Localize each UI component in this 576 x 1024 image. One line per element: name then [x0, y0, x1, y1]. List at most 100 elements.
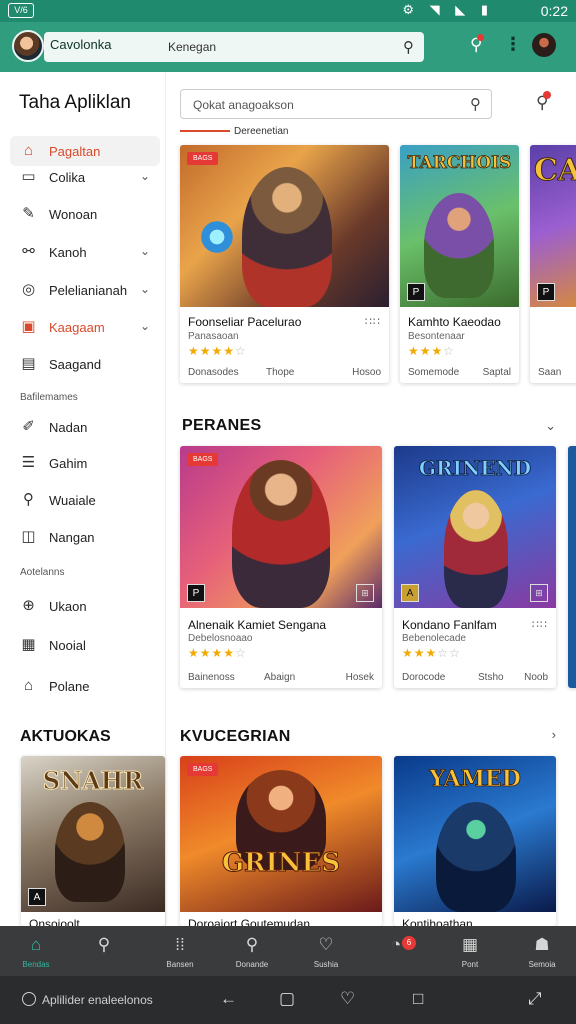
game-card[interactable]: YAMED Kontihoathan [394, 756, 556, 926]
target-icon: ◎ [21, 281, 36, 298]
home-icon: ⌂ [23, 677, 34, 694]
sidebar-item-gahim[interactable]: ☰ Gahim [10, 448, 160, 478]
meta-item: Hosoo [352, 367, 381, 378]
game-logo: TARCHOIS [407, 153, 512, 174]
game-subtitle: Besontenaar [408, 331, 465, 342]
bottom-nav-item-notifications[interactable]: ◔ 6 [360, 926, 432, 976]
frame-icon: ◫ [21, 528, 36, 545]
search-icon[interactable]: ⚲ [403, 38, 414, 56]
sidebar-item-nadan[interactable]: ✐ Nadan [10, 412, 160, 442]
bell-icon[interactable]: ⚲ [470, 34, 485, 55]
sidebar-item-colika[interactable]: ▭ Colika ⌄ [10, 162, 160, 192]
heart-icon: ♡ [318, 935, 334, 954]
game-card[interactable]: BAGS Foonseliar Pacelurao ∷∷ Panasaoan ★… [180, 145, 389, 383]
notification-icon: ◔ [390, 935, 402, 954]
search-icon[interactable]: ⚲ [470, 95, 481, 113]
sidebar-section-label: Bafilemames [20, 392, 78, 403]
bottom-nav-item-donande[interactable]: ⚲ Donande [216, 926, 288, 976]
age-rating-badge: A [28, 888, 46, 906]
sidebar-item-label: Gahim [49, 456, 88, 471]
more-dots-icon[interactable]: ∷∷ [365, 315, 381, 328]
chevron-down-icon: ⌄ [139, 169, 150, 183]
status-time: 0:22 [540, 3, 568, 19]
row1-subtitle-text: Dereenetian [234, 126, 289, 137]
game-title: Kamhto Kaeodao [408, 315, 501, 329]
sidebar: Taha Apliklan ⌂ Pagaltan ▭ Colika ⌄ ✎ Wo… [0, 72, 166, 926]
notification-dot [477, 34, 485, 41]
main-search-input[interactable]: Qokat anagoakson ⚲ [180, 89, 492, 119]
sidebar-bottom-heading: AKTUOKAS [20, 728, 111, 745]
rating-stars: ★★★★☆ [188, 344, 247, 358]
recents-icon[interactable]: □ [413, 989, 423, 1009]
sidebar-item-kaagaam[interactable]: ▣ Kaagaam ⌄ [10, 312, 160, 342]
row1-subtitle: Dereenetian [180, 126, 288, 137]
sidebar-item-wonoan[interactable]: ✎ Wonoan [10, 199, 160, 229]
game-logo: CA [533, 153, 576, 189]
main-search-placeholder: Qokat anagoakson [193, 98, 294, 112]
game-card[interactable]: CA P Saan [530, 145, 576, 383]
expand-icon[interactable]: ⤢ [528, 989, 542, 1009]
game-card-partial[interactable] [568, 446, 576, 688]
bottom-nav-label: Sushia [313, 960, 339, 969]
bottom-nav-item-bendas[interactable]: ⌂ Bendas [0, 926, 72, 976]
game-card[interactable]: TARCHOIS P Kamhto Kaeodao Besontenaar ★★… [400, 145, 519, 383]
leaf-icon [22, 992, 36, 1006]
game-card[interactable]: GRINEND A ⊞ Kondano Fanlfam ∷∷ Bebenolec… [394, 446, 556, 688]
app-name: Cavolonka [50, 37, 112, 52]
meta-item: Donasodes [188, 367, 239, 378]
sidebar-item-label: Nangan [49, 530, 95, 545]
sidebar-item-saagand[interactable]: ▤ Saagand [10, 349, 160, 379]
app-avatar[interactable] [12, 30, 44, 62]
game-title: Foonseliar Pacelurao [188, 315, 302, 329]
game-art: YAMED [394, 756, 556, 912]
book-icon: ▣ [21, 318, 36, 335]
bottom-nav-item-semoia[interactable]: ☗ Semoia [506, 926, 576, 976]
notification-dot [543, 91, 552, 99]
sidebar-item-label: Kanoh [49, 245, 87, 260]
age-rating-badge: P [187, 584, 205, 602]
heart-icon[interactable]: ♡ [340, 989, 355, 1009]
game-art: BAGS GRINES [180, 756, 382, 912]
home-circle-icon[interactable]: ▢ [279, 989, 295, 1009]
grid-icon: ▦ [461, 935, 479, 954]
subtitle-underline [180, 130, 230, 133]
sidebar-item-polane[interactable]: ⌂ Polane [10, 671, 160, 701]
bottom-nav-item-bansen[interactable]: ⁞⁞ Bansen [144, 926, 216, 976]
notification-icon[interactable]: ⚲ [536, 91, 552, 113]
game-subtitle: Panasaoan [188, 331, 239, 342]
sidebar-item-ukaon[interactable]: ⊕ Ukaon [10, 591, 160, 621]
sidebar-section-label: Aotelanns [20, 567, 65, 578]
magic-effect [200, 220, 234, 254]
meta-item: Stsho [478, 672, 504, 683]
game-card[interactable]: SNAHR A Onsoioolt [21, 756, 165, 926]
chevron-down-icon: ⌄ [139, 282, 150, 296]
game-title: Doroaiort Goutemudan [188, 917, 311, 926]
game-title: Onsoioolt [29, 917, 80, 926]
sidebar-item-wuaiale[interactable]: ⚲ Wuaiale [10, 485, 160, 515]
sidebar-item-pelelianianah[interactable]: ◎ Pelelianianah ⌄ [10, 275, 160, 305]
sidebar-item-nangan[interactable]: ◫ Nangan [10, 522, 160, 552]
store-icon: ⌂ [23, 142, 34, 159]
bottom-nav-item-sushia[interactable]: ♡ Sushia [290, 926, 362, 976]
sidebar-item-nooial[interactable]: ▦ Nooial [10, 630, 160, 660]
profile-avatar[interactable] [532, 33, 556, 57]
meta-item: Saan [538, 367, 562, 378]
game-title: Alnenaik Kamiet Sengana [188, 618, 327, 632]
back-icon[interactable]: ← [220, 989, 237, 1009]
more-vert-icon[interactable]: ⋮ [504, 34, 522, 55]
game-card[interactable]: BAGS GRINES Doroaiort Goutemudan [180, 756, 382, 926]
game-card[interactable]: BAGS P ⊞ Alnenaik Kamiet Sengana Debelos… [180, 446, 382, 688]
row3-heading: KVUCEGRIAN [180, 728, 291, 745]
edit-alt-icon: ✐ [22, 418, 35, 435]
game-hero [232, 460, 330, 608]
box-icon: ▭ [21, 168, 36, 185]
bottom-nav-item-pont[interactable]: ▦ Pont [434, 926, 506, 976]
chevron-down-icon[interactable]: ⌄ [545, 418, 556, 434]
sidebar-item-kanoh[interactable]: ⚯ Kanoh ⌄ [10, 237, 160, 267]
more-dots-icon[interactable]: ∷∷ [532, 618, 548, 631]
bottom-nav: ⌂ Bendas ⚲ ⁞⁞ Bansen ⚲ Donande ♡ Sushia … [0, 926, 576, 976]
chevron-right-icon[interactable]: › [552, 727, 556, 742]
bottom-nav-label: Bendas [22, 960, 50, 969]
bottom-nav-item-search[interactable]: ⚲ [68, 926, 140, 976]
bottom-nav-label: Semoia [528, 960, 556, 969]
